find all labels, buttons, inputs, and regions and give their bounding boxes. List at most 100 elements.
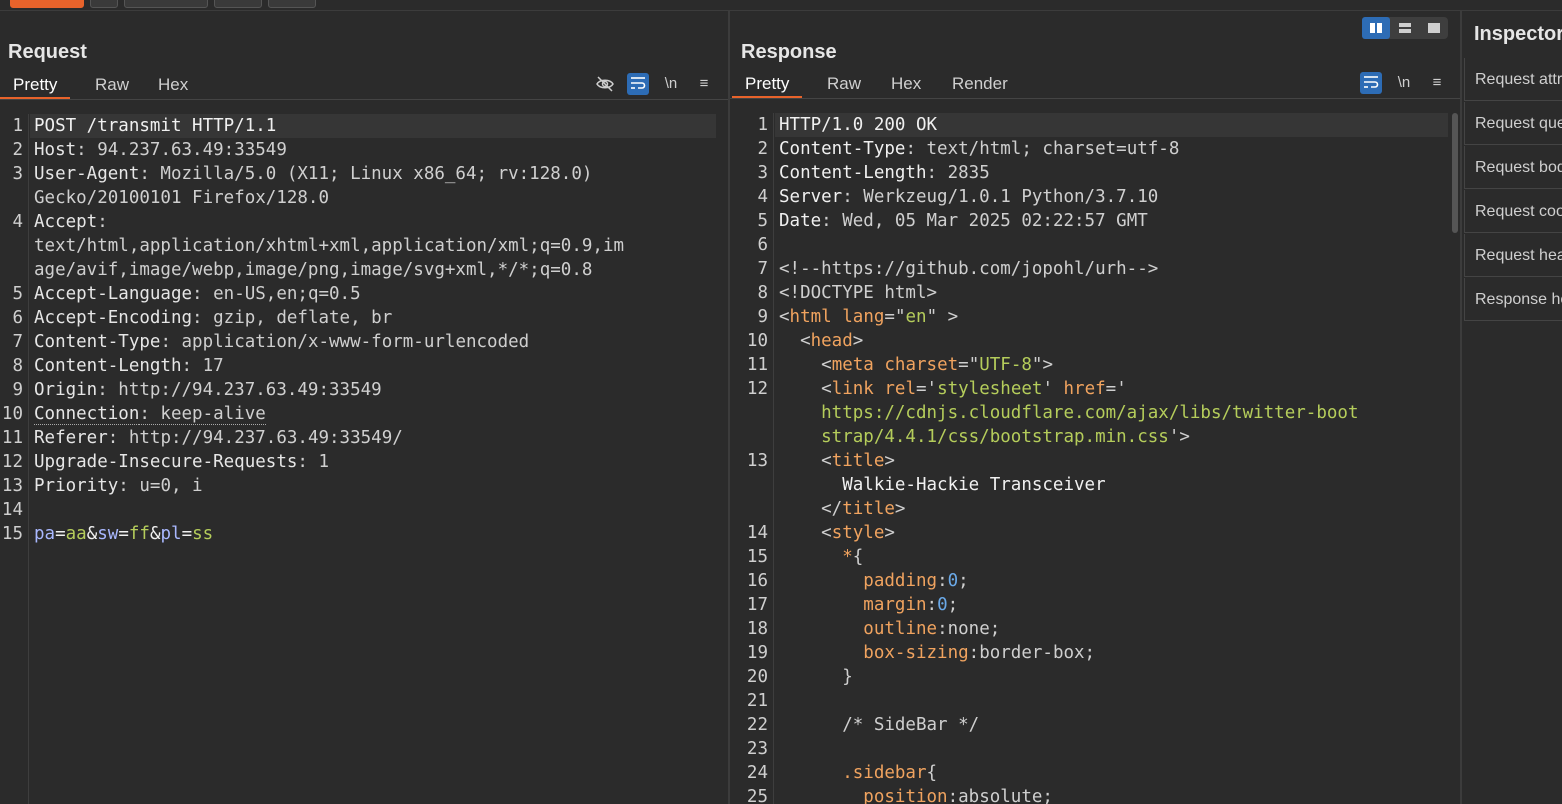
- code-line: <title>: [779, 449, 895, 473]
- inspector-request-query[interactable]: Request query parameters: [1464, 102, 1562, 145]
- wrap-lines-icon[interactable]: [1360, 72, 1382, 94]
- tab-render[interactable]: Render: [952, 72, 1008, 96]
- inspector-request-body[interactable]: Request body parameters: [1464, 146, 1562, 189]
- layout-single-icon[interactable]: [1420, 17, 1448, 39]
- tab-hex[interactable]: Hex: [158, 73, 188, 97]
- line-number: [0, 186, 23, 210]
- toolbar-button[interactable]: [124, 0, 208, 8]
- code-token: : http://94.237.63.49:33549/: [107, 428, 403, 448]
- code-line: Origin: http://94.237.63.49:33549: [34, 378, 382, 402]
- line-number: 2: [12, 140, 23, 160]
- newline-toggle[interactable]: \n: [660, 73, 682, 95]
- scrollbar[interactable]: [1452, 113, 1458, 233]
- code-token: stylesheet: [937, 379, 1043, 399]
- line-number: 4: [12, 212, 23, 232]
- toolbar-button[interactable]: [90, 0, 118, 8]
- wrap-lines-icon[interactable]: [627, 73, 649, 95]
- line-number: 10: [1, 404, 23, 424]
- line-number: 11: [746, 355, 768, 375]
- code-token: Accept-Language: [34, 284, 193, 304]
- tab-hex[interactable]: Hex: [891, 72, 921, 96]
- layout-horizontal-icon[interactable]: [1391, 17, 1419, 39]
- line-number: 9: [12, 380, 23, 400]
- line-number: [730, 401, 768, 425]
- code-token: pl: [160, 524, 182, 544]
- code-line: https://cdnjs.cloudflare.com/ajax/libs/t…: [779, 401, 1358, 425]
- line-number: 19: [746, 643, 768, 663]
- code-line: <style>: [779, 521, 895, 545]
- hide-nonprintable-icon[interactable]: [594, 73, 616, 95]
- toolbar-button[interactable]: [214, 0, 262, 8]
- code-token: : http://94.237.63.49:33549: [97, 380, 382, 400]
- code-token: text/html,application/xhtml+xml,applicat…: [34, 236, 625, 256]
- code-line: outline:none;: [779, 617, 1000, 641]
- code-token: sw: [97, 524, 119, 544]
- code-token: =": [958, 355, 980, 375]
- code-token: </: [779, 499, 843, 519]
- code-token: ;: [947, 595, 959, 615]
- tab-pretty[interactable]: Pretty: [732, 72, 803, 98]
- code-line: HTTP/1.0 200 OK: [779, 113, 937, 137]
- layout-split-icon[interactable]: [1362, 17, 1390, 39]
- line-number: 20: [746, 667, 768, 687]
- code-line: position:absolute;: [779, 785, 1053, 804]
- code-line: Gecko/20100101 Firefox/128.0: [34, 186, 329, 210]
- line-number: 5: [12, 284, 23, 304]
- line-number: 24: [746, 763, 768, 783]
- code-token: User-Agent: [34, 164, 140, 184]
- code-token: strap/4.4.1/css/bootstrap.min.css: [779, 427, 1169, 447]
- line-number: [0, 234, 23, 258]
- code-token: Gecko/20100101 Firefox/128.0: [34, 188, 330, 208]
- code-token: title: [831, 451, 885, 471]
- toolbar-button[interactable]: [268, 0, 316, 8]
- tab-raw[interactable]: Raw: [95, 73, 129, 97]
- code-token: Content-Length: [34, 356, 182, 376]
- request-tabs: Pretty Raw Hex \n ≡: [0, 73, 728, 100]
- code-line: Content-Length: 2835: [779, 161, 990, 185]
- send-button[interactable]: [10, 0, 84, 8]
- line-number: 1: [757, 115, 768, 135]
- newline-toggle[interactable]: \n: [1393, 72, 1415, 94]
- code-token: =: [55, 524, 66, 544]
- code-token: :none;: [937, 619, 1001, 639]
- layout-toggle-group: [1362, 17, 1448, 39]
- code-token: ': [1042, 379, 1064, 399]
- inspector-request-cookies[interactable]: Request cookies: [1464, 190, 1562, 233]
- code-line: pa=aa&sw=ff&pl=ss: [34, 522, 213, 546]
- response-title: Response: [741, 41, 837, 63]
- code-token: html: [789, 307, 832, 327]
- request-editor[interactable]: 1 POST /transmit HTTP/1.1 2 Host: 94.237.63…: [0, 114, 728, 804]
- code-token: &: [86, 524, 98, 544]
- inspector-request-headers[interactable]: Request headers: [1464, 234, 1562, 277]
- line-number: 13: [746, 451, 768, 471]
- code-token: >: [894, 499, 906, 519]
- menu-icon[interactable]: ≡: [1426, 72, 1448, 94]
- line-number: 6: [757, 235, 768, 255]
- code-token: Content-Type: [779, 139, 906, 159]
- line-number: [730, 497, 768, 521]
- response-editor[interactable]: 1 HTTP/1.0 200 OK 2 Content-Type: text/html…: [730, 113, 1460, 804]
- code-line: Date: Wed, 05 Mar 2025 02:22:57 GMT: [779, 209, 1148, 233]
- code-token: lang: [842, 307, 885, 327]
- line-number: 14: [1, 500, 23, 520]
- inspector-response-headers[interactable]: Response headers: [1464, 278, 1562, 321]
- line-number: 9: [757, 307, 768, 327]
- code-line: Priority: u=0, i: [34, 474, 203, 498]
- inspector-request-attributes[interactable]: Request attributes: [1464, 58, 1562, 101]
- code-token: {: [852, 547, 864, 567]
- line-number: 15: [746, 547, 768, 567]
- menu-icon[interactable]: ≡: [693, 73, 715, 95]
- tab-pretty[interactable]: Pretty: [0, 73, 71, 99]
- code-line: box-sizing:border-box;: [779, 641, 1095, 665]
- line-number: 6: [12, 308, 23, 328]
- line-number: 11: [1, 428, 23, 448]
- tab-raw[interactable]: Raw: [827, 72, 861, 96]
- code-token: <: [779, 451, 832, 471]
- code-token: margin: [863, 595, 927, 615]
- code-line: age/avif,image/webp,image/png,image/svg+…: [34, 258, 592, 282]
